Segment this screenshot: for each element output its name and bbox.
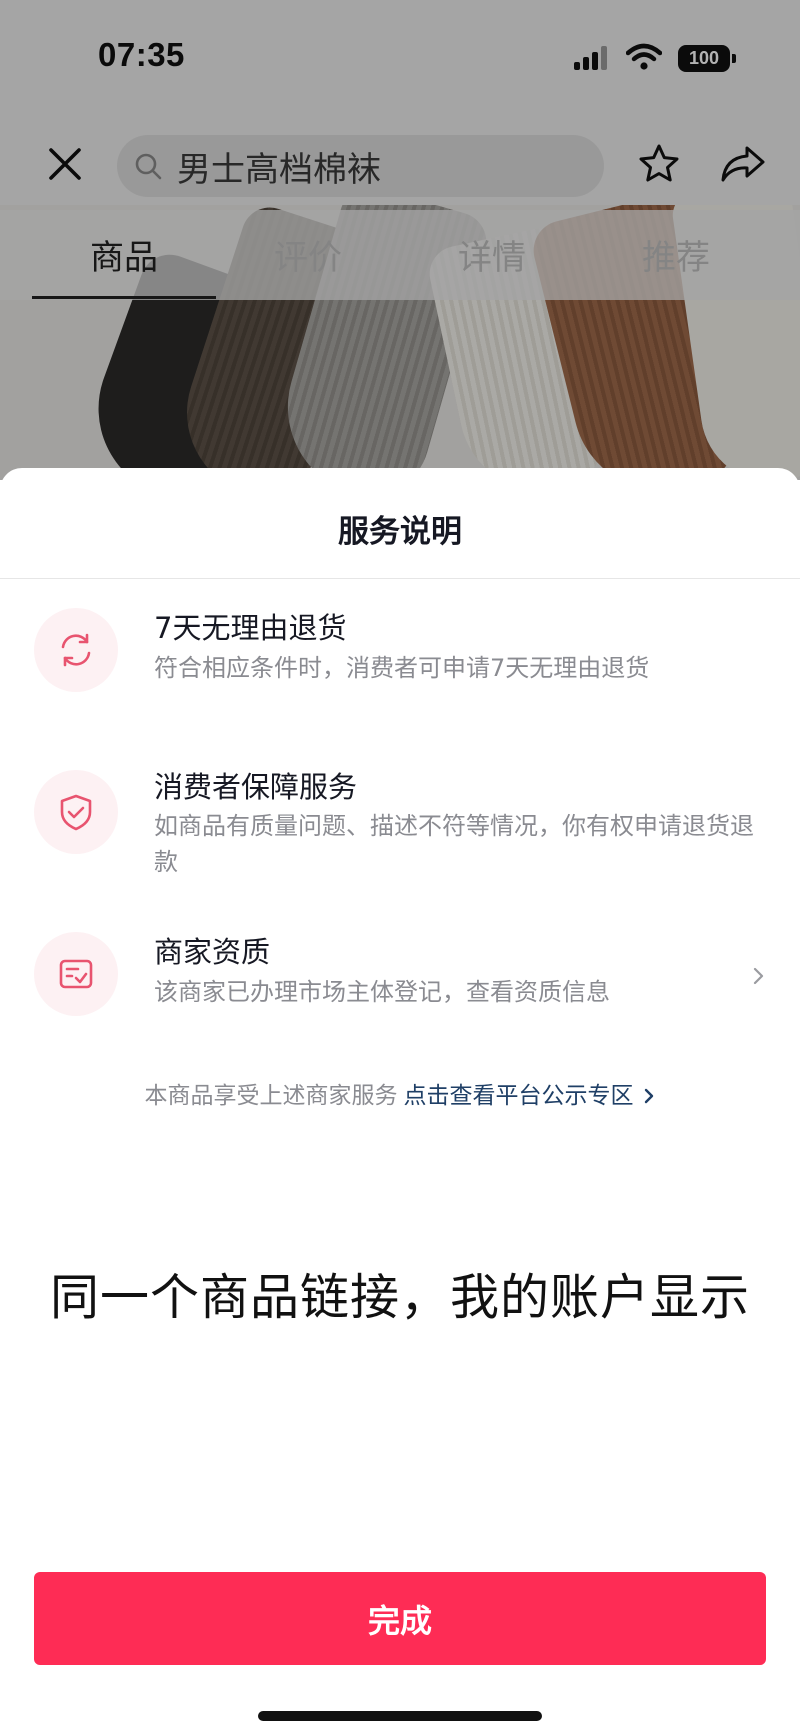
service-description: 该商家已办理市场主体登记，查看资质信息: [154, 978, 610, 1006]
done-button[interactable]: 完成: [34, 1572, 766, 1665]
platform-notice-link[interactable]: 点击查看平台公示专区: [404, 1083, 634, 1109]
service-icon-badge: [34, 770, 118, 854]
overlay-caption: 同一个商品链接，我的账户显示: [49, 1269, 750, 1326]
chevron-right-icon[interactable]: [642, 1086, 656, 1106]
footer-text: 本商品享受上述商家服务: [144, 1083, 398, 1109]
sheet-divider: [0, 578, 800, 579]
chevron-right-icon[interactable]: [748, 964, 768, 988]
return-refresh-icon: [61, 633, 91, 667]
service-title: 商家资质: [154, 935, 271, 969]
service-icon-badge: [34, 932, 118, 1016]
service-description: 符合相应条件时，消费者可申请7天无理由退货: [154, 654, 650, 682]
product-page-background: 07:35 100 男士高档棉袜 商品 评价 详情 推荐: [0, 0, 800, 480]
sheet-title: 服务说明: [338, 514, 462, 550]
modal-backdrop[interactable]: [0, 0, 800, 480]
service-icon-badge: [34, 608, 118, 692]
service-description: 如商品有质量问题、描述不符等情况，你有权申请退货退款: [154, 812, 754, 876]
home-indicator[interactable]: [258, 1711, 542, 1721]
service-title: 消费者保障服务: [154, 770, 358, 804]
shield-check-icon: [60, 794, 92, 831]
service-info-sheet: 服务说明 7天无理由退货 符合相应条件时，消费者可申请7天无理由退货 消费者保障…: [0, 468, 800, 1734]
certificate-icon: [59, 959, 93, 989]
service-footer-note: 本商品享受上述商家服务 点击查看平台公示专区: [0, 1076, 800, 1110]
service-title: 7天无理由退货: [154, 611, 347, 645]
